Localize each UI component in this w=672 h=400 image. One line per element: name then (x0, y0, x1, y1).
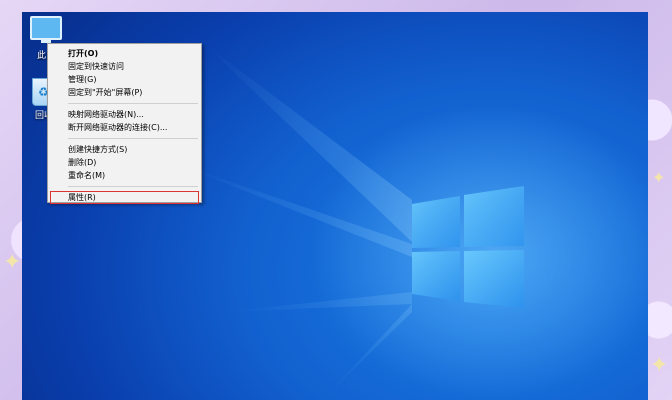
menu-item-pin-start[interactable]: 固定到"开始"屏幕(P) (48, 86, 201, 99)
menu-separator (68, 103, 198, 104)
menu-item-map-network-drive[interactable]: 映射网络驱动器(N)... (48, 108, 201, 121)
menu-separator (68, 138, 198, 139)
menu-item-open[interactable]: 打开(O) (48, 47, 201, 60)
star-decoration: ✦ (652, 168, 666, 187)
menu-item-rename[interactable]: 重命名(M) (48, 169, 201, 182)
computer-icon (30, 16, 62, 43)
menu-item-delete[interactable]: 删除(D) (48, 156, 201, 169)
menu-item-manage[interactable]: 管理(G) (48, 73, 201, 86)
context-menu: 打开(O) 固定到快速访问 管理(G) 固定到"开始"屏幕(P) 映射网络驱动器… (47, 43, 202, 204)
menu-item-disconnect-network-drive[interactable]: 断开网络驱动器的连接(C)... (48, 121, 201, 134)
menu-item-create-shortcut[interactable]: 创建快捷方式(S) (48, 143, 201, 156)
star-decoration: ✦ (3, 250, 22, 275)
menu-separator (68, 186, 198, 187)
menu-item-pin-quick-access[interactable]: 固定到快速访问 (48, 60, 201, 73)
star-decoration: ✦ (650, 353, 669, 378)
menu-item-properties[interactable]: 属性(R) (50, 191, 199, 204)
